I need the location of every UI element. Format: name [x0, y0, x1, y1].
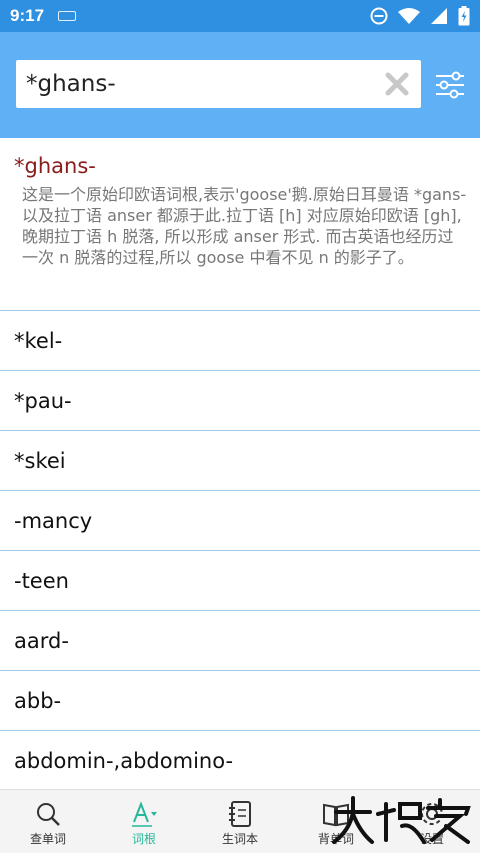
- list-item[interactable]: *pau-: [0, 371, 480, 431]
- status-time: 9:17: [10, 6, 45, 25]
- watermark-logo: [332, 796, 471, 844]
- tab-vocab-book[interactable]: 生词本: [192, 790, 288, 853]
- notebook-icon: [229, 801, 251, 827]
- font-icon: [132, 801, 157, 827]
- root-title: *ghans-: [14, 154, 96, 178]
- root-detail[interactable]: *ghans- 这是一个原始印欧语词根,表示'goose'鹅.原始日耳曼语 *g…: [0, 138, 480, 311]
- tab-search-word[interactable]: 查单词: [0, 790, 96, 853]
- list-item[interactable]: -mancy: [0, 491, 480, 551]
- do-not-disturb-icon: [370, 7, 388, 25]
- clear-icon[interactable]: [385, 72, 409, 96]
- tab-word-root[interactable]: 词根: [96, 790, 192, 853]
- search-box[interactable]: [16, 60, 421, 108]
- wifi-icon: [398, 8, 420, 24]
- tab-label: 查单词: [29, 832, 66, 846]
- filter-icon[interactable]: [434, 71, 466, 99]
- search-icon: [37, 803, 60, 826]
- signal-icon: [431, 8, 447, 24]
- list-item[interactable]: *kel-: [0, 311, 480, 371]
- header: [0, 32, 480, 138]
- list-item[interactable]: -teen: [0, 551, 480, 611]
- search-input[interactable]: [26, 71, 376, 97]
- root-description: 这是一个原始印欧语词根,表示'goose'鹅.原始日耳曼语 *gans- 以及拉…: [22, 185, 467, 267]
- tab-label: 词根: [131, 832, 156, 846]
- keyboard-icon: [58, 11, 77, 21]
- tab-label: 生词本: [221, 832, 258, 846]
- list-item[interactable]: abdomin-,abdomino-: [0, 731, 480, 791]
- status-icons: [370, 6, 470, 26]
- root-list: *kel- *pau- *skei -mancy -teen aard- abb…: [0, 311, 480, 791]
- status-bar: 9:17: [0, 0, 480, 32]
- list-item[interactable]: abb-: [0, 671, 480, 731]
- battery-icon: [458, 6, 470, 26]
- list-item[interactable]: aard-: [0, 611, 480, 671]
- list-item[interactable]: *skei: [0, 431, 480, 491]
